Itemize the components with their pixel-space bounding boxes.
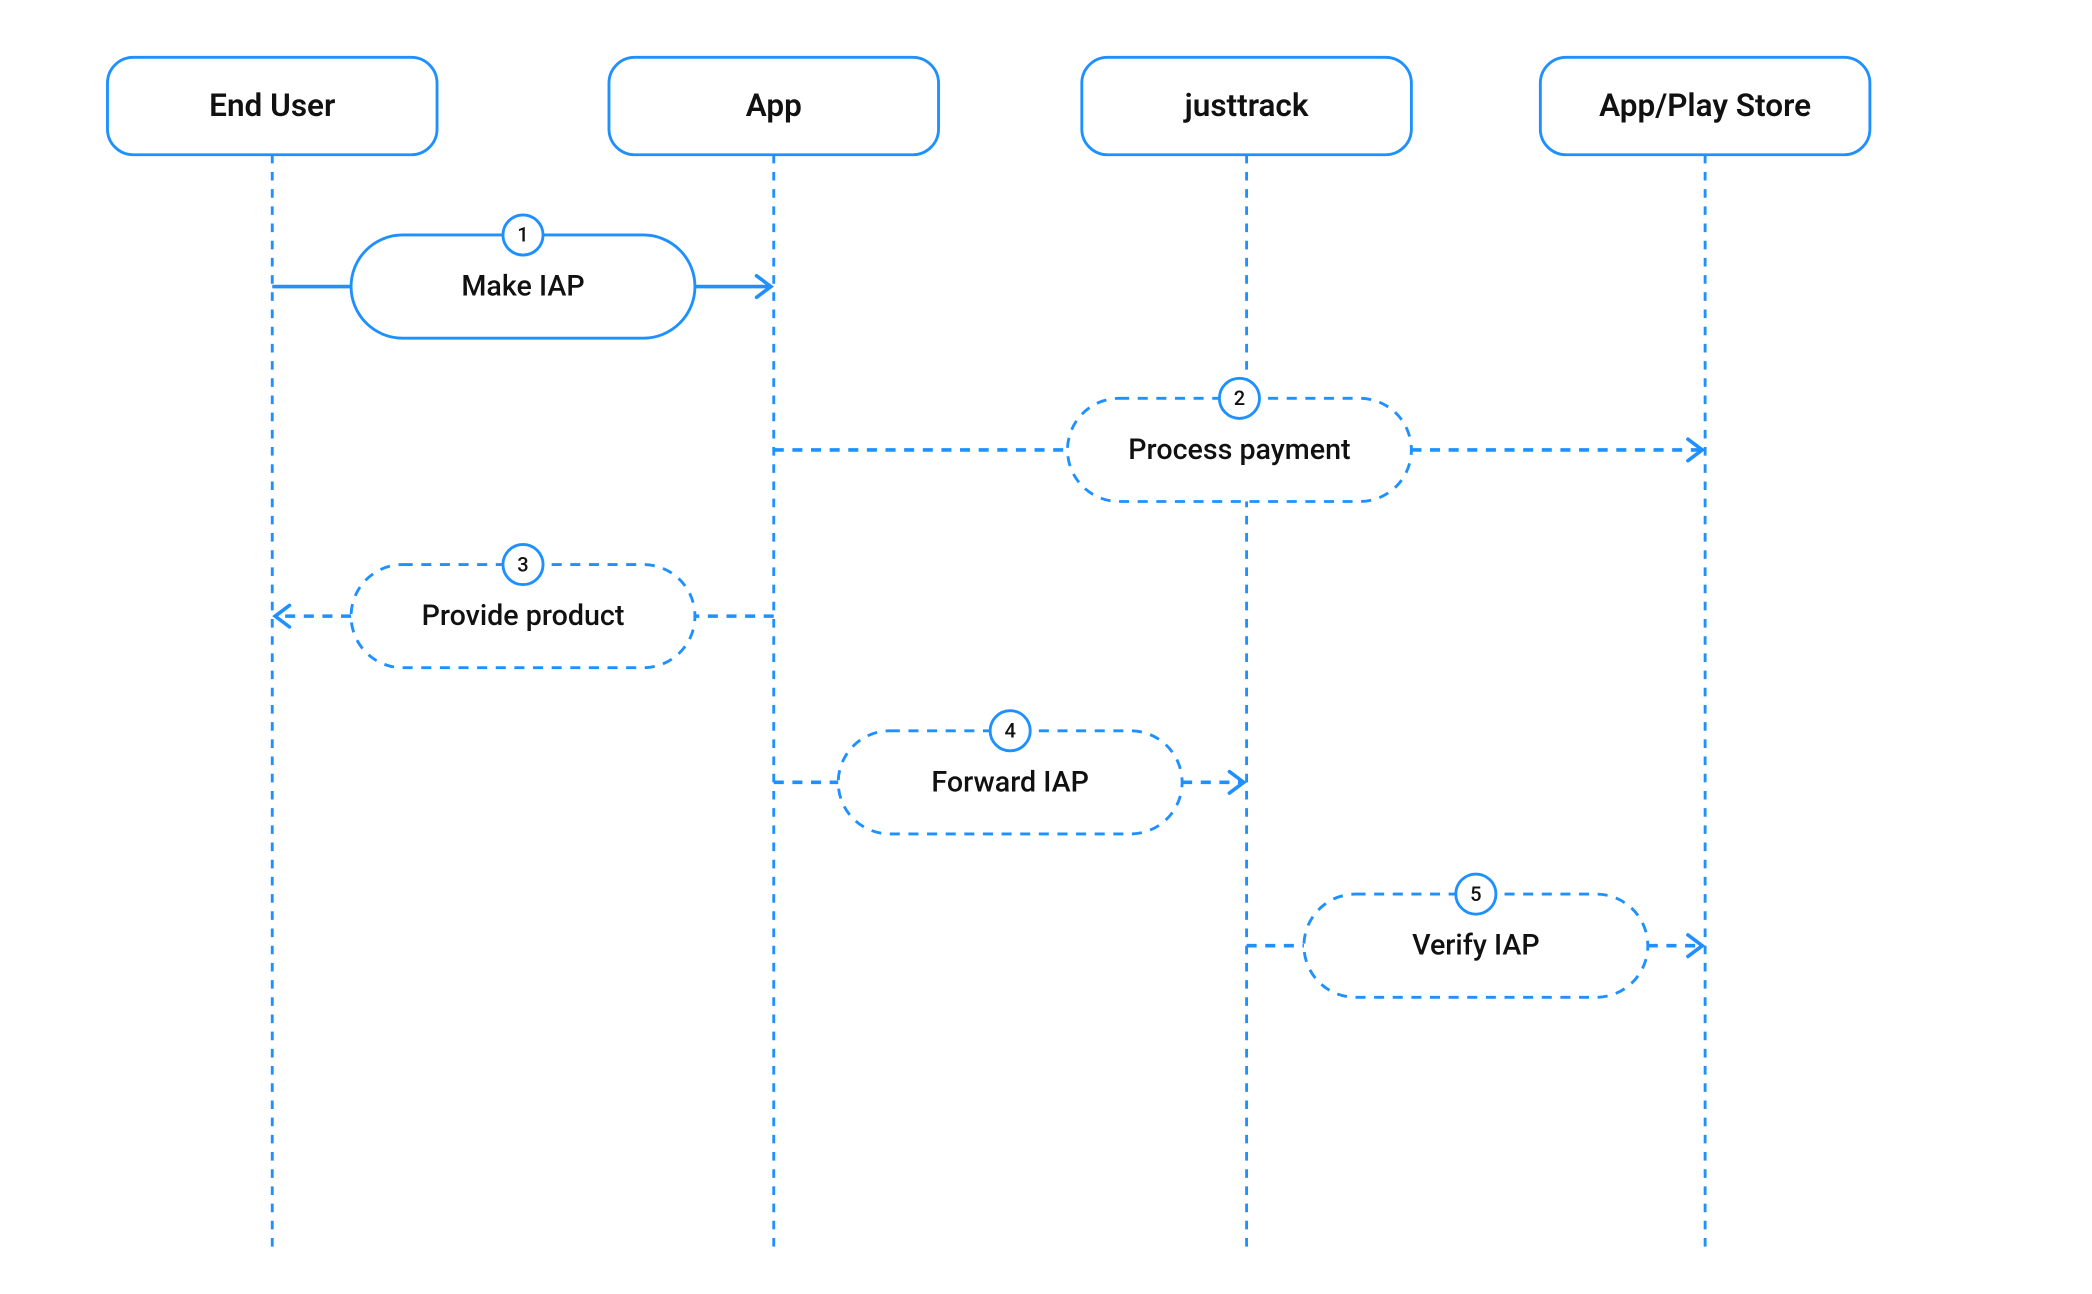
svg-text:5: 5 <box>1470 882 1481 906</box>
participant-label-justtrack: justtrack <box>1183 87 1309 124</box>
sequence-diagram: End User App justtrack App/Play Store Make I… <box>0 0 2092 1290</box>
svg-text:1: 1 <box>517 223 528 247</box>
message-label-5: Verify IAP <box>1412 928 1540 962</box>
message-label-3: Provide product <box>422 598 625 632</box>
message-label-1: Make IAP <box>461 269 584 303</box>
svg-text:2: 2 <box>1234 386 1245 410</box>
svg-text:4: 4 <box>1004 718 1015 742</box>
participant-label-store: App/Play Store <box>1599 87 1811 124</box>
message-label-4: Forward IAP <box>931 764 1089 798</box>
svg-text:3: 3 <box>517 552 528 576</box>
message-label-2: Process payment <box>1128 432 1350 466</box>
participant-label-end_user: End User <box>209 87 335 124</box>
participant-label-app: App <box>746 87 802 124</box>
